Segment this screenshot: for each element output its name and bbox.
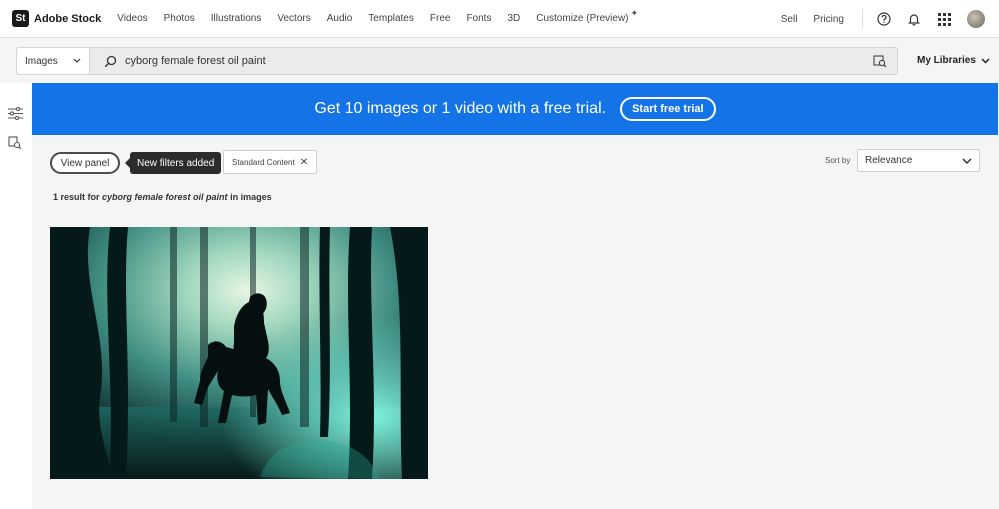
results-area: View panel New filters added Standard Co…: [32, 135, 999, 509]
sort-value: Relevance: [865, 155, 913, 166]
nav-link-videos[interactable]: Videos: [117, 13, 147, 24]
results-count: 1 result for cyborg female forest oil pa…: [53, 192, 272, 202]
sort-by-label: Sort by: [825, 156, 851, 165]
banner-text: Get 10 images or 1 video with a free tri…: [314, 100, 607, 117]
my-libraries-label: My Libraries: [917, 55, 976, 66]
nav-links: Videos Photos Illustrations Vectors Audi…: [109, 8, 638, 24]
adobe-stock-logo[interactable]: St Adobe Stock: [12, 10, 101, 27]
search-bar: Images: [16, 47, 898, 75]
new-filters-tooltip: New filters added: [124, 152, 222, 174]
search-input[interactable]: [125, 55, 873, 67]
nav-link-pricing[interactable]: Pricing: [813, 14, 844, 25]
filter-chip-standard-content[interactable]: Standard Content ✕: [223, 150, 318, 174]
notifications-bell-icon[interactable]: [905, 10, 923, 28]
free-trial-banner: Get 10 images or 1 video with a free tri…: [32, 83, 998, 135]
nav-link-audio[interactable]: Audio: [327, 13, 353, 24]
user-avatar[interactable]: [967, 10, 985, 28]
nav-link-3d[interactable]: 3D: [507, 13, 520, 24]
forest-rider-illustration: [50, 227, 428, 479]
nav-link-sell[interactable]: Sell: [781, 14, 798, 25]
visual-search-icon[interactable]: [873, 54, 887, 68]
filters-sliders-icon[interactable]: [7, 105, 23, 121]
apps-grid-icon[interactable]: [935, 10, 953, 28]
help-icon[interactable]: [875, 10, 893, 28]
filter-chip-label: Standard Content: [232, 157, 295, 167]
visual-search-rail-icon[interactable]: [7, 135, 23, 151]
chevron-down-icon: [962, 157, 972, 164]
nav-link-customize[interactable]: Customize (Preview): [536, 13, 628, 24]
search-type-label: Images: [25, 55, 58, 67]
sort-select[interactable]: Relevance: [857, 149, 980, 172]
search-type-dropdown[interactable]: Images: [17, 48, 90, 74]
search-icon[interactable]: [104, 55, 117, 68]
results-query: cyborg female forest oil paint: [102, 192, 228, 202]
nav-link-illustrations[interactable]: Illustrations: [211, 13, 262, 24]
sparkle-icon: ✦: [630, 8, 639, 18]
start-free-trial-button[interactable]: Start free trial: [620, 97, 716, 121]
nav-link-fonts[interactable]: Fonts: [466, 13, 491, 24]
chevron-down-icon: [73, 56, 81, 67]
close-icon[interactable]: ✕: [300, 157, 308, 168]
my-libraries-dropdown[interactable]: My Libraries: [917, 55, 990, 66]
top-navigation: St Adobe Stock Videos Photos Illustratio…: [0, 0, 999, 38]
results-suffix: in images: [230, 192, 272, 202]
nav-divider: [862, 9, 863, 29]
nav-link-vectors[interactable]: Vectors: [277, 13, 310, 24]
view-panel-button[interactable]: View panel: [50, 152, 120, 174]
nav-right: Sell Pricing: [773, 0, 999, 38]
stock-logo-mark: St: [12, 10, 29, 27]
result-image[interactable]: [50, 227, 428, 479]
nav-link-free[interactable]: Free: [430, 13, 451, 24]
nav-link-photos[interactable]: Photos: [164, 13, 195, 24]
nav-link-templates[interactable]: Templates: [368, 13, 414, 24]
results-prefix: 1 result for: [53, 192, 100, 202]
left-rail: [0, 83, 32, 509]
brand-name: Adobe Stock: [34, 12, 102, 25]
chevron-down-icon: [981, 57, 990, 64]
